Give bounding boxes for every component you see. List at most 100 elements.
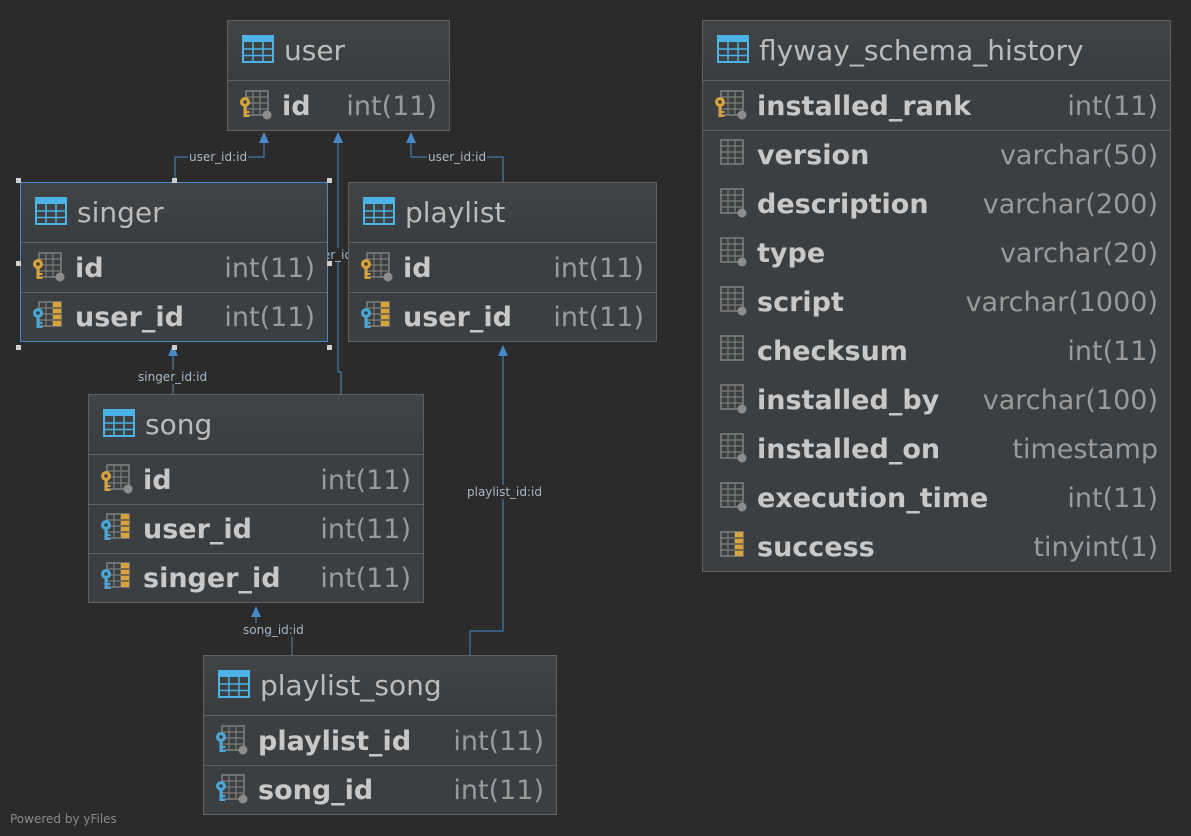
table-name: playlist <box>405 196 506 229</box>
table-song[interactable]: song id int(11) user_id int(11) singer_id int(… <box>88 394 424 603</box>
column-row[interactable]: user_id int(11) <box>89 504 423 553</box>
column-name: description <box>757 188 929 220</box>
table-name: user <box>284 34 346 67</box>
column-row[interactable]: id int(11) <box>228 81 449 130</box>
selection-handle[interactable] <box>16 345 21 350</box>
column-name: id <box>403 252 432 284</box>
column-type: int(11) <box>453 725 544 757</box>
selection-handle[interactable] <box>327 261 332 266</box>
column-name: user_id <box>403 301 513 333</box>
column-row[interactable]: id int(11) <box>21 243 327 292</box>
selection-handle[interactable] <box>172 178 177 183</box>
column-type: int(11) <box>1067 335 1158 367</box>
column-row[interactable]: singer_id int(11) <box>89 553 423 602</box>
primary-key-icon <box>359 250 395 286</box>
not-null-column-icon <box>713 529 749 565</box>
selection-handle[interactable] <box>172 345 177 350</box>
column-name: user_id <box>75 301 185 333</box>
column-row[interactable]: script varchar(1000) <box>703 277 1170 326</box>
column-row[interactable]: type varchar(20) <box>703 228 1170 277</box>
column-row[interactable]: user_id int(11) <box>21 292 327 341</box>
table-playlist-song[interactable]: playlist_song playlist_id int(11) song_id in… <box>203 655 557 815</box>
column-type: int(11) <box>553 252 644 284</box>
column-row[interactable]: user_id int(11) <box>349 292 656 341</box>
table-header[interactable]: user <box>228 21 449 81</box>
primary-key-icon <box>31 250 67 286</box>
table-header[interactable]: singer <box>21 183 327 243</box>
column-icon <box>713 333 749 369</box>
column-name: type <box>757 237 826 269</box>
column-name: installed_on <box>757 433 941 465</box>
column-row[interactable]: playlist_id int(11) <box>204 716 556 765</box>
column-row[interactable]: version varchar(50) <box>703 130 1170 179</box>
table-header[interactable]: song <box>89 395 423 455</box>
column-row[interactable]: description varchar(200) <box>703 179 1170 228</box>
primary-key-icon <box>713 88 749 124</box>
column-type: int(11) <box>1067 90 1158 122</box>
column-row[interactable]: installed_rank int(11) <box>703 81 1170 130</box>
column-type: varchar(200) <box>982 188 1158 220</box>
column-type: varchar(1000) <box>965 286 1158 318</box>
foreign-key-icon <box>99 560 135 596</box>
table-user[interactable]: user id int(11) <box>227 20 450 131</box>
table-icon <box>363 196 395 229</box>
foreign-key-icon <box>214 772 250 808</box>
table-name: playlist_song <box>260 669 442 702</box>
primary-key-icon <box>99 462 135 498</box>
column-row[interactable]: id int(11) <box>349 243 656 292</box>
column-name: playlist_id <box>258 725 412 757</box>
column-row[interactable]: id int(11) <box>89 455 423 504</box>
column-row[interactable]: checksum int(11) <box>703 326 1170 375</box>
table-header[interactable]: playlist <box>349 183 656 243</box>
column-name: singer_id <box>143 562 281 594</box>
primary-key-icon <box>238 88 274 124</box>
column-type: timestamp <box>1012 433 1158 465</box>
table-icon <box>717 34 749 67</box>
table-name: flyway_schema_history <box>759 34 1084 67</box>
column-name: user_id <box>143 513 253 545</box>
arrow-user-1 <box>259 132 269 143</box>
table-icon <box>218 669 250 702</box>
table-playlist[interactable]: playlist id int(11) user_id int(11) <box>348 182 657 342</box>
column-row[interactable]: execution_time int(11) <box>703 473 1170 522</box>
column-name: id <box>75 252 104 284</box>
table-flyway-schema-history[interactable]: flyway_schema_history installed_rank int(1… <box>702 20 1171 572</box>
column-name: song_id <box>258 774 374 806</box>
footer-powered-by: Powered by yFiles <box>10 812 117 826</box>
column-name: id <box>282 90 311 122</box>
column-type: int(11) <box>320 562 411 594</box>
column-icon <box>713 382 749 418</box>
column-name: execution_time <box>757 482 989 514</box>
column-type: varchar(50) <box>999 139 1158 171</box>
column-row[interactable]: success tinyint(1) <box>703 522 1170 571</box>
edge-playlistsong-playlist <box>469 347 504 655</box>
foreign-key-icon <box>214 723 250 759</box>
edge-label-playlistsong-playlist: playlist_id:id <box>466 485 543 499</box>
column-type: int(11) <box>224 301 315 333</box>
selection-handle[interactable] <box>327 345 332 350</box>
table-header[interactable]: playlist_song <box>204 656 556 716</box>
column-name: success <box>757 531 875 563</box>
column-icon <box>713 431 749 467</box>
column-type: int(11) <box>320 513 411 545</box>
arrow-song <box>251 606 261 617</box>
column-row[interactable]: installed_on timestamp <box>703 424 1170 473</box>
foreign-key-icon <box>31 299 67 335</box>
column-name: script <box>757 286 844 318</box>
arrow-user-2 <box>333 132 343 143</box>
selection-handle[interactable] <box>327 178 332 183</box>
column-row[interactable]: song_id int(11) <box>204 765 556 814</box>
column-type: int(11) <box>224 252 315 284</box>
column-icon <box>713 480 749 516</box>
column-row[interactable]: installed_by varchar(100) <box>703 375 1170 424</box>
selection-handle[interactable] <box>16 178 21 183</box>
selection-handle[interactable] <box>16 261 21 266</box>
column-type: int(11) <box>553 301 644 333</box>
column-type: int(11) <box>453 774 544 806</box>
column-type: varchar(20) <box>999 237 1158 269</box>
edge-label-playlistsong-song: song_id:id <box>242 623 305 637</box>
table-header[interactable]: flyway_schema_history <box>703 21 1170 81</box>
table-singer[interactable]: singer id int(11) user_id int(11) <box>20 182 328 342</box>
column-name: checksum <box>757 335 908 367</box>
table-icon <box>103 408 135 441</box>
